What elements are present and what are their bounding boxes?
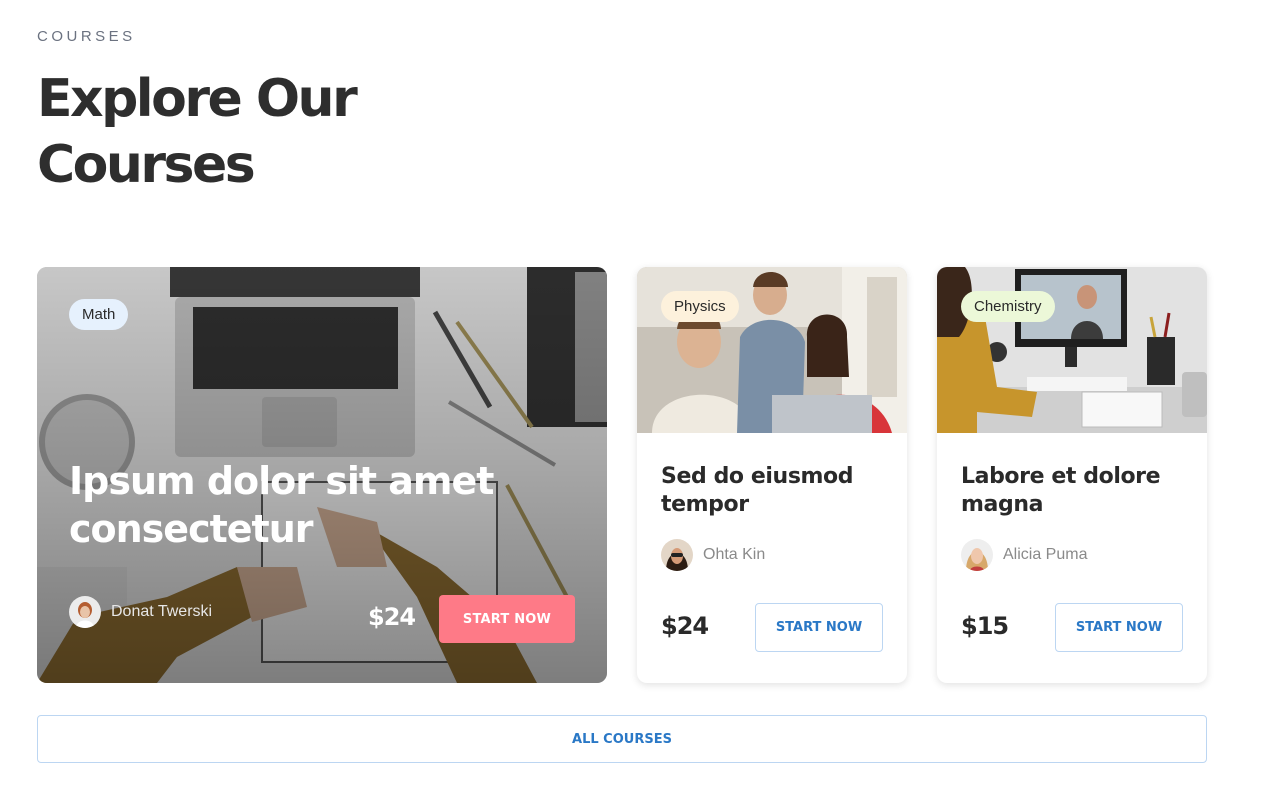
start-now-button[interactable]: START NOW [755,603,883,652]
page-title: Explore Our Courses [37,69,358,195]
course-title[interactable]: Labore et dolore magna [961,463,1189,519]
avatar [961,539,993,571]
course-price: $15 [961,612,1009,640]
avatar [69,596,101,628]
course-author: Ohta Kin [661,539,765,571]
course-price: $24 [661,612,709,640]
course-author: Donat Twerski [69,596,212,628]
course-author: Alicia Puma [961,539,1087,571]
course-price: $24 [368,603,416,631]
course-category-tag: Chemistry [961,291,1055,322]
tag-label: Chemistry [974,298,1042,315]
course-card[interactable]: Chemistry Labore et dolore magna Alicia … [937,267,1207,683]
author-name: Ohta Kin [703,546,766,563]
section-eyebrow: COURSES [37,28,136,45]
start-now-button[interactable]: START NOW [439,595,575,643]
course-category-tag: Math [69,299,129,330]
author-name: Alicia Puma [1003,546,1088,563]
course-card[interactable]: Physics Sed do eiusmod tempor Ohta Kin $… [637,267,907,683]
start-now-button[interactable]: START NOW [1055,603,1183,652]
course-title[interactable]: Sed do eiusmod tempor [661,463,889,519]
course-title[interactable]: Ipsum dolor sit amet consectetur [69,457,569,553]
course-card-featured[interactable]: Math Ipsum dolor sit amet consectetur Do… [37,267,607,683]
course-category-tag: Physics [661,291,739,322]
author-name: Donat Twerski [111,603,213,620]
tag-label: Math [82,306,116,323]
avatar [661,539,693,571]
all-courses-button[interactable]: ALL COURSES [37,715,1207,763]
tag-label: Physics [674,298,726,315]
